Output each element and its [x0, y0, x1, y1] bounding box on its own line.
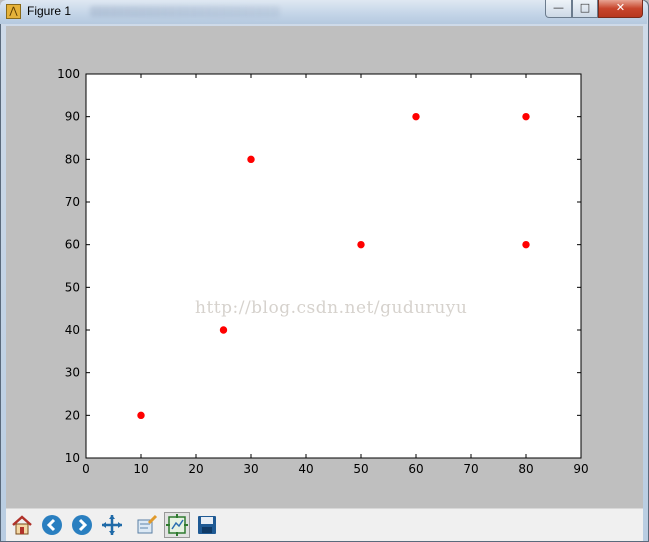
data-point — [137, 411, 145, 420]
y-tick-label: 60 — [65, 238, 80, 252]
x-tick-label: 90 — [573, 462, 588, 476]
save-button[interactable] — [194, 512, 220, 538]
y-tick-label: 90 — [65, 110, 80, 124]
back-arrow-icon — [42, 515, 62, 535]
x-tick-label: 50 — [353, 462, 368, 476]
y-tick-label: 70 — [65, 195, 80, 209]
x-tick-label: 30 — [243, 462, 258, 476]
y-tick-label: 80 — [65, 152, 80, 166]
watermark-text: http://blog.csdn.net/guduruyu — [195, 298, 468, 318]
zoom-button[interactable] — [134, 512, 160, 538]
y-tick-label: 10 — [65, 451, 80, 465]
home-button[interactable] — [9, 512, 35, 538]
y-tick-label: 30 — [65, 366, 80, 380]
forward-button[interactable] — [69, 512, 95, 538]
maximize-button[interactable]: □ — [572, 0, 598, 18]
data-point — [522, 240, 530, 249]
back-button[interactable] — [39, 512, 65, 538]
pan-arrows-icon — [102, 515, 122, 535]
data-point — [412, 112, 420, 121]
window-title: Figure 1 — [27, 4, 72, 18]
forward-arrow-icon — [72, 515, 92, 535]
x-tick-label: 20 — [188, 462, 203, 476]
x-tick-label: 40 — [298, 462, 313, 476]
data-point — [247, 155, 255, 164]
y-tick-label: 100 — [57, 67, 80, 81]
data-point — [522, 112, 530, 121]
x-tick-label: 10 — [133, 462, 148, 476]
navigation-toolbar — [6, 508, 643, 541]
data-point — [219, 326, 228, 334]
zoom-rect-icon — [137, 514, 158, 534]
scatter-chart: 0 10 20 30 40 50 60 70 80 90102030405060708090100 — [57, 67, 589, 476]
figure-canvas: 0 10 20 30 40 50 60 70 80 90 10 20 30 40 50 60 70 80 90 100… — [6, 26, 643, 508]
title-bar[interactable]: ⋀ Figure 1 — □ ✕ — [0, 0, 647, 24]
x-tick-label: 60 — [408, 462, 423, 476]
plot-area — [85, 73, 582, 459]
y-tick-label: 50 — [65, 280, 80, 294]
app-icon: ⋀ — [6, 4, 21, 19]
pan-button[interactable] — [99, 512, 125, 538]
floppy-disk-icon — [198, 516, 216, 534]
blurred-background-text — [90, 6, 280, 17]
x-tick-label: 80 — [518, 462, 533, 476]
close-button[interactable]: ✕ — [598, 0, 643, 18]
data-point — [357, 240, 365, 249]
minimize-button[interactable]: — — [545, 0, 572, 18]
home-icon — [12, 515, 32, 535]
y-tick-label: 40 — [65, 323, 80, 337]
x-tick-label: 0 — [82, 462, 90, 476]
subplots-config-icon — [166, 514, 188, 536]
x-tick-label: 70 — [463, 462, 478, 476]
subplots-button[interactable] — [164, 512, 190, 538]
y-tick-label: 20 — [65, 408, 80, 422]
